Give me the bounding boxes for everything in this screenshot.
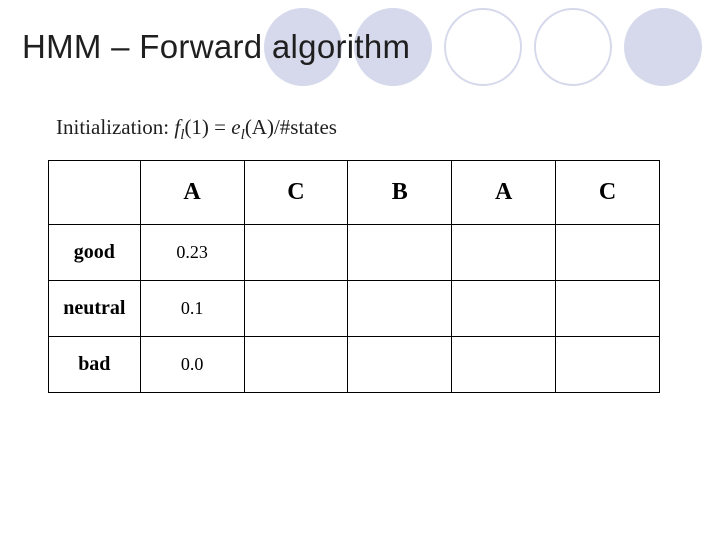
column-header: B [348,161,452,225]
table-cell [452,337,556,393]
formula-lhs-arg: (1) = [184,115,231,139]
table-cell [348,225,452,281]
formula-rhs-arg: (A)/#states [245,115,337,139]
initialization-formula: Initialization: fl(1) = el(A)/#states [56,115,337,144]
data-table: A C B A C good 0.23 neutral 0.1 bad 0.0 [48,160,660,393]
table-cell [244,281,348,337]
column-header: A [140,161,244,225]
column-header: A [452,161,556,225]
circle-icon [624,8,702,86]
circle-icon [534,8,612,86]
page-title: HMM – Forward algorithm [22,28,410,66]
table-row: good 0.23 [49,225,660,281]
table-cell [244,225,348,281]
table-cell: 0.0 [140,337,244,393]
formula-rhs-func: e [231,115,240,139]
table-cell [348,281,452,337]
table-cell: 0.1 [140,281,244,337]
table-row: bad 0.0 [49,337,660,393]
row-label: bad [49,337,141,393]
table-cell: 0.23 [140,225,244,281]
column-header: C [244,161,348,225]
table-corner-cell [49,161,141,225]
column-header: C [556,161,660,225]
formula-prefix: Initialization: [56,115,174,139]
table-cell [556,225,660,281]
table-cell [452,225,556,281]
row-label: neutral [49,281,141,337]
table-cell [556,337,660,393]
table-row: neutral 0.1 [49,281,660,337]
row-label: good [49,225,141,281]
table-cell [556,281,660,337]
table-cell [452,281,556,337]
table-cell [348,337,452,393]
table-header-row: A C B A C [49,161,660,225]
circle-icon [444,8,522,86]
table-cell [244,337,348,393]
forward-table: A C B A C good 0.23 neutral 0.1 bad 0.0 [48,160,660,393]
